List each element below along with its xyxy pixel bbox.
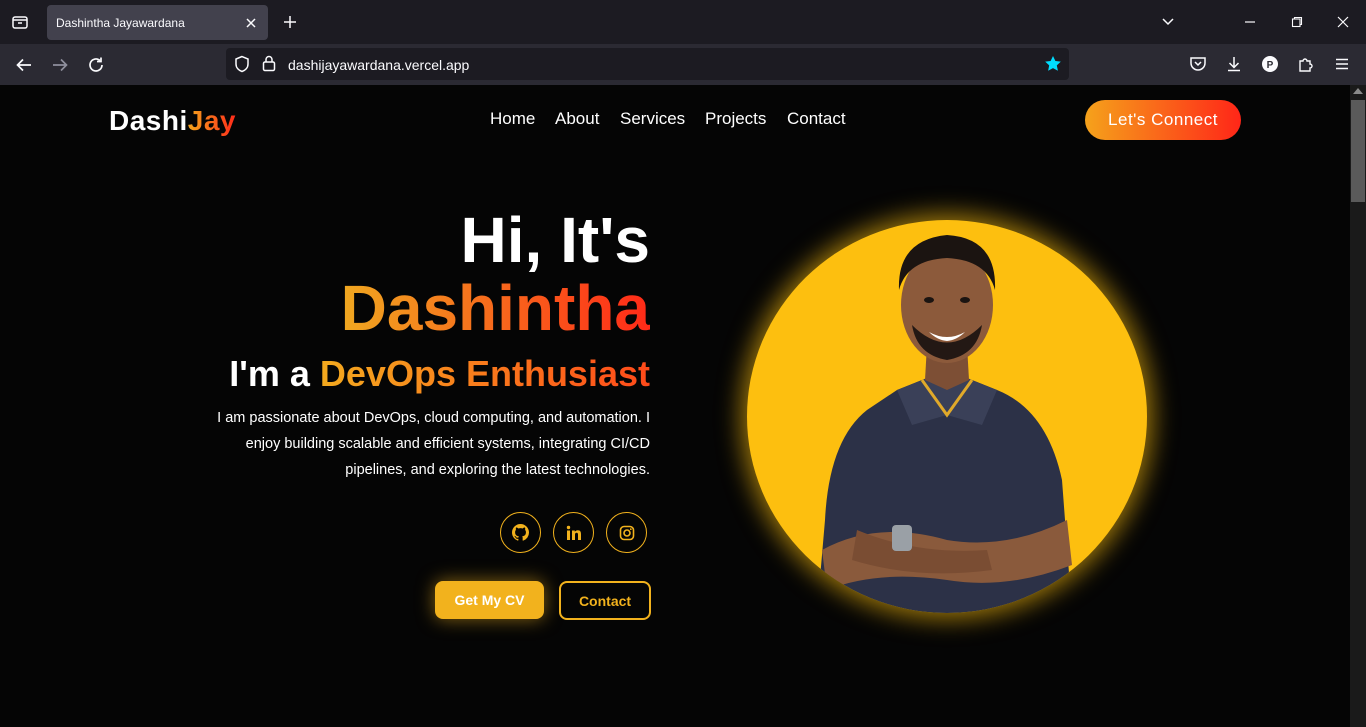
shield-icon[interactable] <box>234 55 250 78</box>
download-icon[interactable] <box>1222 52 1246 76</box>
profile-photo <box>747 220 1147 613</box>
hero-bio: I am passionate about DevOps, cloud comp… <box>217 410 650 478</box>
pocket-icon[interactable] <box>1186 52 1210 76</box>
lets-connect-button[interactable]: Let's Connect <box>1085 100 1241 140</box>
nav-services[interactable]: Services <box>620 109 685 129</box>
window-close-icon[interactable] <box>1331 10 1355 34</box>
lock-icon[interactable] <box>262 55 276 77</box>
browser-tab-bar: Dashintha Jayawardana <box>0 0 1366 44</box>
role-prefix: I'm a <box>229 353 320 394</box>
tab-list-icon[interactable] <box>8 10 32 34</box>
scrollbar-thumb[interactable] <box>1351 100 1365 202</box>
instagram-icon[interactable] <box>606 512 647 553</box>
svg-text:P: P <box>1267 60 1274 71</box>
profile-extension-icon[interactable]: P <box>1258 52 1282 76</box>
logo-main-text: Dashi <box>109 105 188 136</box>
nav-contact[interactable]: Contact <box>787 109 846 129</box>
hero-greeting: Hi, It's <box>460 204 650 276</box>
role-title: DevOps Enthusiast <box>319 353 650 394</box>
hero-role: I'm a DevOps Enthusiast <box>229 353 650 395</box>
chevron-down-icon[interactable] <box>1156 10 1180 34</box>
reload-icon[interactable] <box>83 52 109 78</box>
extensions-puzzle-icon[interactable] <box>1294 52 1318 76</box>
tab-title: Dashintha Jayawardana <box>56 15 185 30</box>
scroll-up-arrow-icon[interactable] <box>1353 88 1363 94</box>
bookmark-star-icon[interactable] <box>1044 55 1062 78</box>
minimize-icon[interactable] <box>1238 10 1262 34</box>
menu-hamburger-icon[interactable] <box>1330 52 1354 76</box>
back-arrow-icon[interactable] <box>11 52 37 78</box>
browser-tab[interactable]: Dashintha Jayawardana <box>47 5 268 40</box>
logo-accent-text: Jay <box>187 105 236 136</box>
page-content: DashiJay Home About Services Projects Co… <box>0 85 1350 727</box>
forward-arrow-icon[interactable] <box>47 52 73 78</box>
nav-about[interactable]: About <box>555 109 599 129</box>
contact-button[interactable]: Contact <box>559 581 651 620</box>
restore-icon[interactable] <box>1285 10 1309 34</box>
nav-projects[interactable]: Projects <box>705 109 766 129</box>
url-text[interactable]: dashijayawardana.vercel.app <box>288 57 469 73</box>
get-cv-button[interactable]: Get My CV <box>435 581 544 619</box>
linkedin-icon[interactable] <box>553 512 594 553</box>
nav-home[interactable]: Home <box>490 109 535 129</box>
site-logo[interactable]: DashiJay <box>109 105 236 137</box>
close-tab-icon[interactable] <box>242 14 260 32</box>
hero-name: Dashintha <box>340 272 650 344</box>
new-tab-icon[interactable] <box>279 11 301 33</box>
url-bar[interactable]: dashijayawardana.vercel.app <box>226 48 1069 80</box>
github-icon[interactable] <box>500 512 541 553</box>
